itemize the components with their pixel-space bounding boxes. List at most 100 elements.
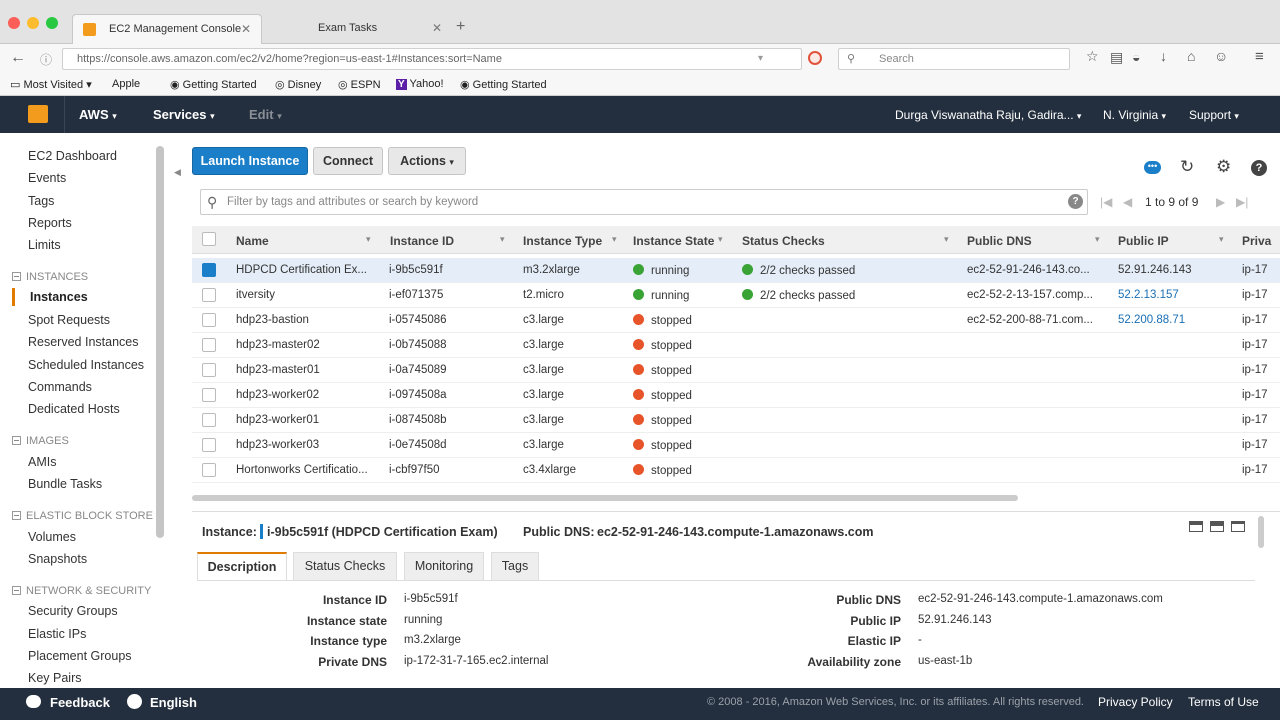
launch-instance-button[interactable]: Launch Instance (192, 147, 308, 175)
sidebar-item-key-pairs[interactable]: Key Pairs (28, 671, 82, 685)
column-header-name[interactable]: Name (236, 234, 269, 248)
bookmark-espn[interactable]: ◎ ESPN (338, 78, 381, 91)
browser-tab-exam-tasks[interactable]: Exam Tasks ✕ (262, 14, 452, 44)
sort-icon[interactable]: ▾ (1095, 234, 1100, 245)
table-horizontal-scrollbar[interactable] (192, 495, 1018, 501)
menu-icon[interactable]: ≡ (1255, 48, 1264, 65)
select-all-checkbox[interactable] (202, 232, 216, 246)
sidebar-item-commands[interactable]: Commands (28, 380, 92, 394)
sidebar-item-volumes[interactable]: Volumes (28, 530, 76, 544)
bookmark-disney[interactable]: ◎ Disney (275, 78, 321, 91)
table-row[interactable]: hdp23-worker03 i-0e74508d c3.large stopped i… (192, 433, 1280, 458)
sidebar-item-snapshots[interactable]: Snapshots (28, 552, 87, 566)
tab-tags[interactable]: Tags (491, 552, 539, 581)
user-menu[interactable]: Durga Viswanatha Raju, Gadira... ▾ (895, 108, 1081, 122)
sort-icon[interactable]: ▾ (500, 234, 505, 245)
language-selector[interactable]: English (150, 695, 197, 710)
first-page-icon[interactable]: |◀ (1100, 195, 1112, 209)
detail-scrollbar[interactable] (1258, 516, 1264, 548)
row-checkbox[interactable] (202, 263, 216, 277)
last-page-icon[interactable]: ▶| (1236, 195, 1248, 209)
refresh-icon[interactable]: ↻ (1180, 157, 1194, 177)
privacy-policy-link[interactable]: Privacy Policy (1098, 695, 1173, 709)
sidebar-item-bundle-tasks[interactable]: Bundle Tasks (28, 477, 102, 491)
row-checkbox[interactable] (202, 413, 216, 427)
sidebar-section-instances[interactable]: INSTANCES (12, 271, 88, 283)
table-row[interactable]: hdp23-bastion i-05745086 c3.large stopped ec… (192, 308, 1280, 333)
sidebar-scrollbar[interactable] (156, 146, 164, 538)
layout-full-icon[interactable] (1231, 521, 1245, 532)
table-row[interactable]: hdp23-worker01 i-0874508b c3.large stopped i… (192, 408, 1280, 433)
actions-button[interactable]: Actions ▾ (388, 147, 466, 175)
bookmark-star-icon[interactable]: ☆ (1086, 48, 1099, 65)
column-header-instance-state[interactable]: Instance State (633, 234, 714, 248)
sort-icon[interactable]: ▾ (366, 234, 371, 245)
bookmark-getting-started-2[interactable]: ◉ Getting Started (460, 78, 547, 91)
settings-gear-icon[interactable]: ⚙ (1216, 157, 1231, 177)
info-icon[interactable]: ⓘ (40, 51, 52, 68)
instance-filter-input[interactable]: ⚲ Filter by tags and attributes or searc… (200, 189, 1088, 215)
prev-page-icon[interactable]: ◀ (1123, 195, 1132, 209)
column-header-instance-type[interactable]: Instance Type (523, 234, 602, 248)
home-icon[interactable]: ⌂ (1187, 48, 1195, 64)
row-checkbox[interactable] (202, 388, 216, 402)
sidebar-section-network[interactable]: NETWORK & SECURITY (12, 585, 151, 597)
column-header-instance-id[interactable]: Instance ID (390, 234, 454, 248)
sidebar-item-placement-groups[interactable]: Placement Groups (28, 649, 132, 663)
sidebar-item-spot-requests[interactable]: Spot Requests (28, 313, 110, 327)
browser-search-field[interactable]: ⚲ Search (838, 48, 1070, 70)
minimize-window-icon[interactable] (27, 17, 39, 29)
url-field[interactable]: https://console.aws.amazon.com/ec2/v2/ho… (62, 48, 823, 70)
sidebar-item-reports[interactable]: Reports (28, 216, 72, 230)
column-header-private[interactable]: Priva (1242, 234, 1271, 248)
aws-cube-icon[interactable] (28, 105, 48, 123)
chat-icon[interactable]: ••• (1144, 161, 1161, 174)
tab-description[interactable]: Description (197, 552, 287, 581)
connect-button[interactable]: Connect (313, 147, 383, 175)
sidebar-item-elastic-ips[interactable]: Elastic IPs (28, 627, 86, 641)
cell-ip[interactable]: 52.200.88.71 (1118, 314, 1228, 326)
row-checkbox[interactable] (202, 463, 216, 477)
collapse-sidebar-icon[interactable]: ◀ (174, 167, 181, 178)
dropdown-icon[interactable]: ▾ (758, 49, 763, 69)
row-checkbox[interactable] (202, 338, 216, 352)
table-row[interactable]: Hortonworks Certificatio... i-cbf97f50 c3.… (192, 458, 1280, 483)
row-checkbox[interactable] (202, 438, 216, 452)
tab-status-checks[interactable]: Status Checks (293, 552, 397, 581)
table-row[interactable]: hdp23-worker02 i-0974508a c3.large stopped i… (192, 383, 1280, 408)
table-row[interactable]: HDPCD Certification Ex... i-9b5c591f m3.2x… (192, 258, 1280, 283)
sort-icon[interactable]: ▾ (944, 234, 949, 245)
help-icon[interactable]: ? (1251, 160, 1267, 176)
table-row[interactable]: hdp23-master02 i-0b745088 c3.large stopped i… (192, 333, 1280, 358)
sidebar-item-scheduled-instances[interactable]: Scheduled Instances (28, 358, 144, 372)
sort-icon[interactable]: ▾ (718, 234, 723, 245)
new-tab-icon[interactable]: + (456, 18, 465, 36)
sidebar-item-limits[interactable]: Limits (28, 238, 61, 252)
smiley-icon[interactable]: ☺ (1214, 48, 1228, 64)
download-icon[interactable]: ↓ (1160, 48, 1167, 64)
sidebar-item-tags[interactable]: Tags (28, 194, 54, 208)
table-row[interactable]: itversity i-ef071375 t2.micro running 2/2 ch… (192, 283, 1280, 308)
bookmark-getting-started[interactable]: ◉ Getting Started (170, 78, 257, 91)
sort-icon[interactable]: ▾ (612, 234, 617, 245)
bookmark-yahoo[interactable]: Y Yahoo! (396, 78, 444, 90)
sidebar-item-reserved-instances[interactable]: Reserved Instances (28, 335, 138, 349)
terms-of-use-link[interactable]: Terms of Use (1188, 695, 1259, 709)
close-window-icon[interactable] (8, 17, 20, 29)
region-menu[interactable]: N. Virginia ▾ (1103, 108, 1166, 122)
sidebar-item-security-groups[interactable]: Security Groups (28, 604, 118, 618)
maximize-window-icon[interactable] (46, 17, 58, 29)
adblock-icon[interactable] (808, 51, 822, 65)
back-icon[interactable]: ← (10, 49, 26, 67)
layout-bottom-icon[interactable] (1189, 521, 1203, 532)
sort-icon[interactable]: ▾ (1219, 234, 1224, 245)
layout-split-icon[interactable] (1210, 521, 1224, 532)
reader-icon[interactable]: ▤ (1110, 49, 1123, 66)
tab-monitoring[interactable]: Monitoring (404, 552, 484, 581)
sidebar-section-images[interactable]: IMAGES (12, 435, 69, 447)
sidebar-section-ebs[interactable]: ELASTIC BLOCK STORE (12, 510, 153, 522)
sidebar-item-ec2-dashboard[interactable]: EC2 Dashboard (28, 149, 117, 163)
cell-ip[interactable]: 52.2.13.157 (1118, 289, 1228, 301)
column-header-status-checks[interactable]: Status Checks (742, 234, 825, 248)
sidebar-item-events[interactable]: Events (28, 171, 66, 185)
